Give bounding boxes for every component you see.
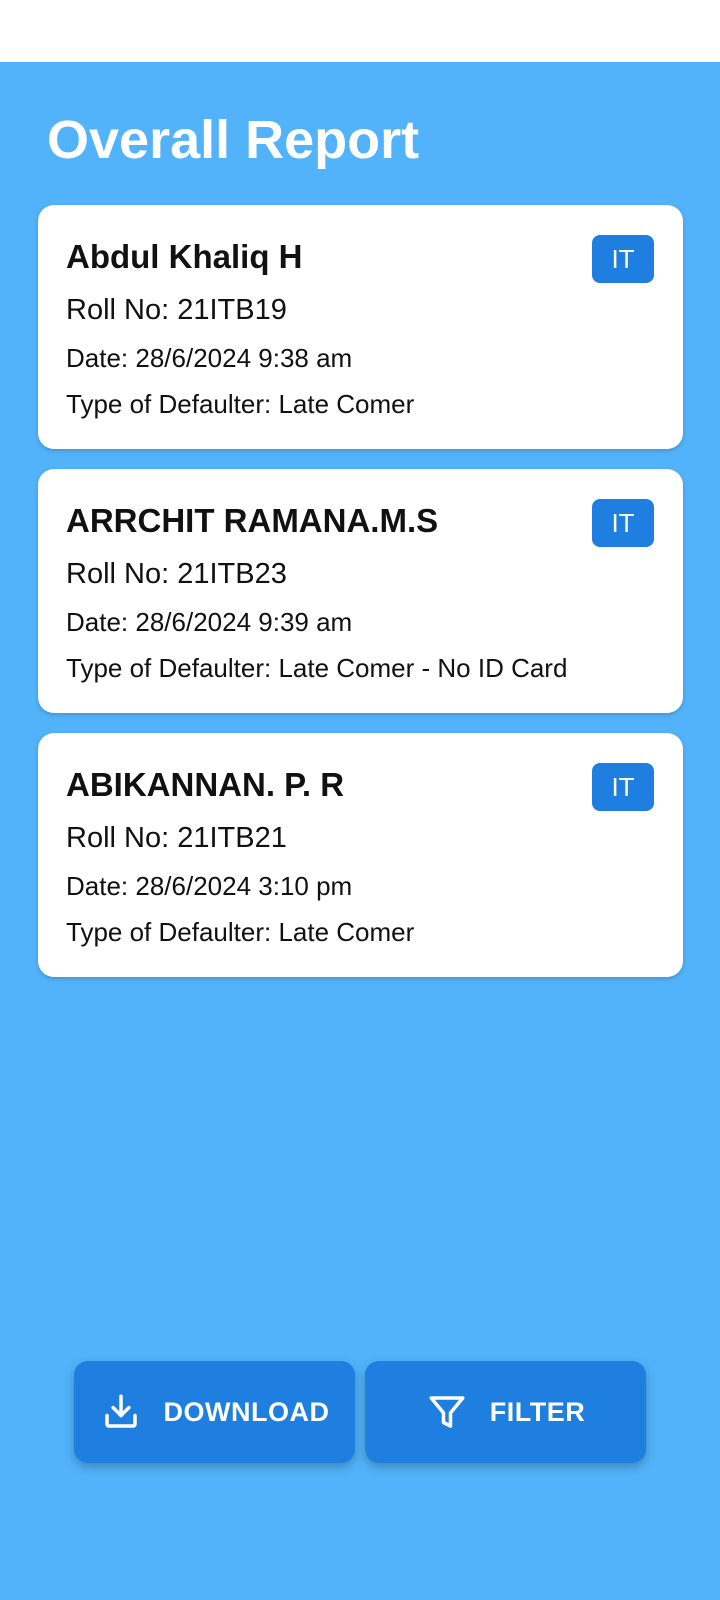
defaulter-type: Type of Defaulter: Late Comer <box>66 389 415 419</box>
record-date: Date: 28/6/2024 9:39 am <box>66 607 353 637</box>
page-title: Overall Report <box>47 110 420 170</box>
report-card[interactable]: Abdul Khaliq H IT Roll No: 21ITB19 Date:… <box>38 205 683 449</box>
student-name: Abdul Khaliq H <box>66 238 303 275</box>
record-date: Date: 28/6/2024 3:10 pm <box>66 871 353 901</box>
report-card[interactable]: ABIKANNAN. P. R IT Roll No: 21ITB21 Date… <box>38 733 683 977</box>
status-bar <box>0 0 720 62</box>
download-icon <box>104 1394 137 1428</box>
defaulter-type: Type of Defaulter: Late Comer <box>66 917 415 947</box>
student-name: ARRCHIT RAMANA.M.S <box>66 502 439 539</box>
defaulter-type: Type of Defaulter: Late Comer - No ID Ca… <box>66 653 568 683</box>
roll-number: Roll No: 21ITB23 <box>66 558 287 590</box>
department-badge: IT <box>592 499 654 547</box>
record-date: Date: 28/6/2024 9:38 am <box>66 343 353 373</box>
department-badge: IT <box>592 235 654 283</box>
student-name: ABIKANNAN. P. R <box>66 766 345 803</box>
report-card[interactable]: ARRCHIT RAMANA.M.S IT Roll No: 21ITB23 D… <box>38 469 683 713</box>
filter-button[interactable]: FILTER <box>365 1361 646 1463</box>
report-list: Abdul Khaliq H IT Roll No: 21ITB19 Date:… <box>38 205 683 997</box>
department-badge: IT <box>592 763 654 811</box>
download-label: DOWNLOAD <box>163 1396 330 1427</box>
filter-label: FILTER <box>489 1396 586 1427</box>
filter-icon <box>429 1396 465 1428</box>
roll-number: Roll No: 21ITB19 <box>66 294 287 326</box>
roll-number: Roll No: 21ITB21 <box>66 822 287 854</box>
action-bar: DOWNLOAD FILTER <box>74 1361 646 1463</box>
download-button[interactable]: DOWNLOAD <box>74 1361 355 1463</box>
